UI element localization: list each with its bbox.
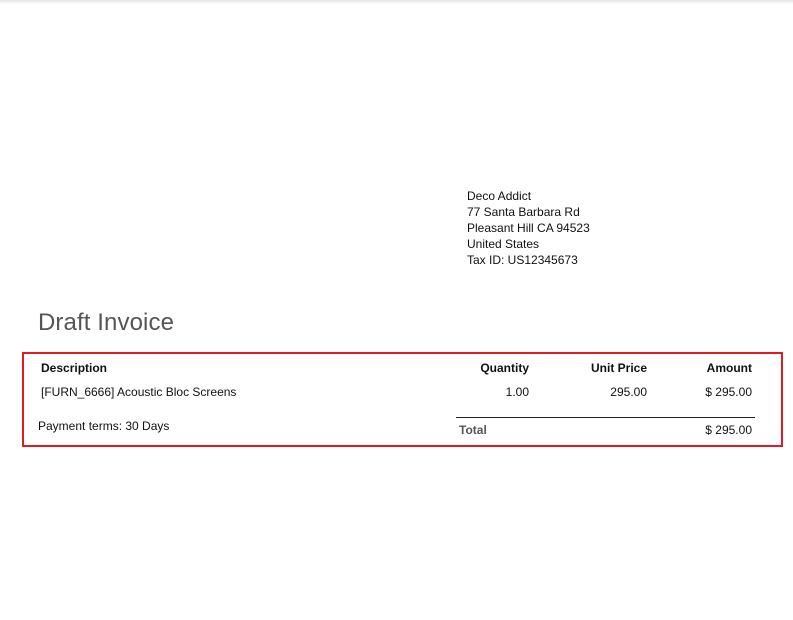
header-amount: Amount: [706, 361, 752, 375]
line-unit-price: 295.00: [610, 385, 647, 399]
partner-address-block: Deco Addict 77 Santa Barbara Rd Pleasant…: [467, 188, 590, 268]
header-description: Description: [41, 361, 108, 375]
total-value: $ 295.00: [705, 423, 752, 437]
line-description: [FURN_6666] Acoustic Bloc Screens: [41, 385, 237, 399]
page-title: Draft Invoice: [38, 309, 175, 336]
header-quantity: Quantity: [480, 361, 529, 375]
total-label: Total: [459, 423, 487, 437]
partner-street: 77 Santa Barbara Rd: [467, 205, 580, 219]
totals-divider: [456, 417, 755, 418]
partner-name: Deco Addict: [467, 189, 532, 203]
header-unit-price: Unit Price: [590, 361, 647, 375]
partner-tax-id: Tax ID: US12345673: [467, 253, 578, 267]
partner-country: United States: [467, 237, 540, 251]
line-amount: $ 295.00: [705, 385, 752, 399]
top-shadow: [0, 0, 793, 4]
partner-city: Pleasant Hill CA 94523: [467, 221, 590, 235]
payment-terms: Payment terms: 30 Days: [38, 419, 170, 433]
line-quantity: 1.00: [505, 385, 529, 399]
